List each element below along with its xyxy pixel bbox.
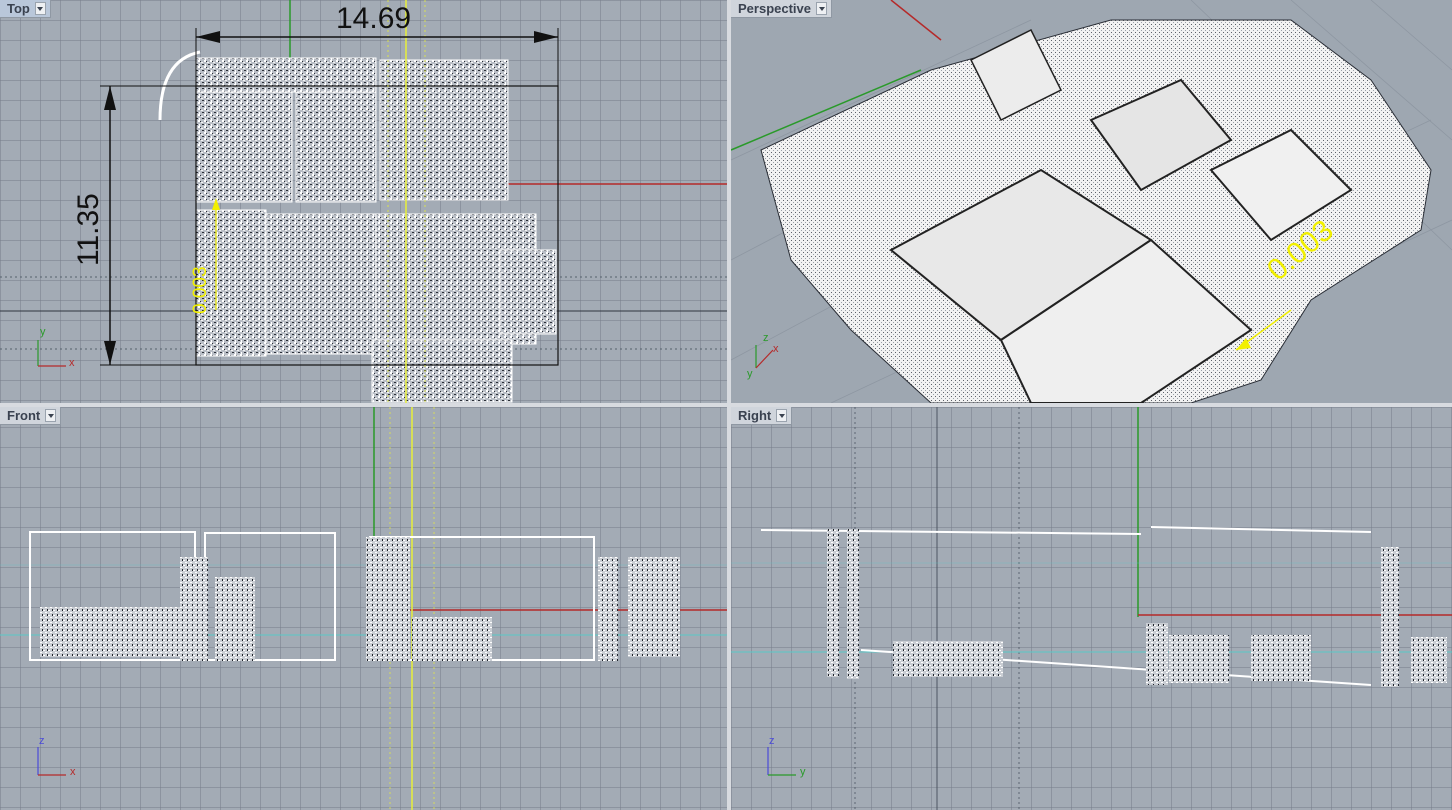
chevron-down-icon[interactable] xyxy=(776,409,788,422)
viewport-title-top[interactable]: Top xyxy=(0,0,51,18)
chevron-down-icon[interactable] xyxy=(45,409,57,422)
chevron-down-icon[interactable] xyxy=(34,2,46,15)
axis-x-label: x xyxy=(69,357,75,369)
pointcloud-plan xyxy=(195,57,557,403)
viewport-right[interactable]: Right z y xyxy=(731,407,1452,810)
viewport-front[interactable]: Front z x xyxy=(0,407,727,810)
viewport-perspective[interactable]: Perspective 0.003 z y x xyxy=(731,0,1452,403)
dimension-width-value: 14.69 xyxy=(336,2,412,35)
viewport-title-right[interactable]: Right xyxy=(731,407,793,425)
axis-y-label: y xyxy=(40,326,46,338)
dimension-height-value: 11.35 xyxy=(72,193,105,266)
right-view-canvas[interactable] xyxy=(731,407,1452,810)
axis-y-label: y xyxy=(800,766,806,778)
viewport-top[interactable]: Top 14.69 11.35 0.003 y x xyxy=(0,0,727,403)
viewport-title-label: Front xyxy=(7,408,41,423)
viewport-title-label: Top xyxy=(7,1,30,16)
axis-z-label: z xyxy=(39,735,45,747)
axis-x-label: x xyxy=(773,343,779,355)
axis-z-label: z xyxy=(763,332,769,344)
front-view-canvas[interactable] xyxy=(0,407,727,810)
axis-z-label: z xyxy=(769,735,775,747)
perspective-view-canvas[interactable] xyxy=(731,0,1452,403)
axis-x-label: x xyxy=(70,766,76,778)
chevron-down-icon[interactable] xyxy=(816,2,827,15)
axis-y-label: y xyxy=(747,368,753,380)
annotation-value: 0.003 xyxy=(190,266,211,314)
viewport-title-label: Perspective xyxy=(738,1,811,16)
viewport-title-label: Right xyxy=(738,408,772,423)
top-view-canvas[interactable] xyxy=(0,0,727,403)
viewport-title-perspective[interactable]: Perspective xyxy=(731,0,832,18)
viewport-title-front[interactable]: Front xyxy=(0,407,62,425)
